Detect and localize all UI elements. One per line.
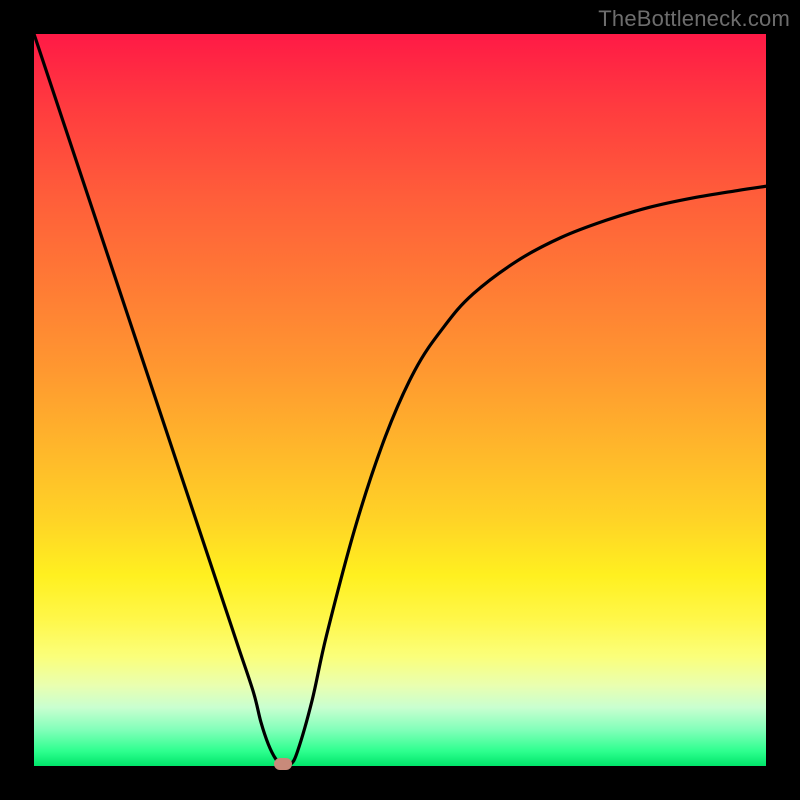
curve-path xyxy=(34,34,766,766)
chart-frame: TheBottleneck.com xyxy=(0,0,800,800)
watermark-text: TheBottleneck.com xyxy=(598,6,790,32)
bottleneck-curve xyxy=(34,34,766,766)
optimal-marker xyxy=(274,758,292,770)
plot-area xyxy=(34,34,766,766)
